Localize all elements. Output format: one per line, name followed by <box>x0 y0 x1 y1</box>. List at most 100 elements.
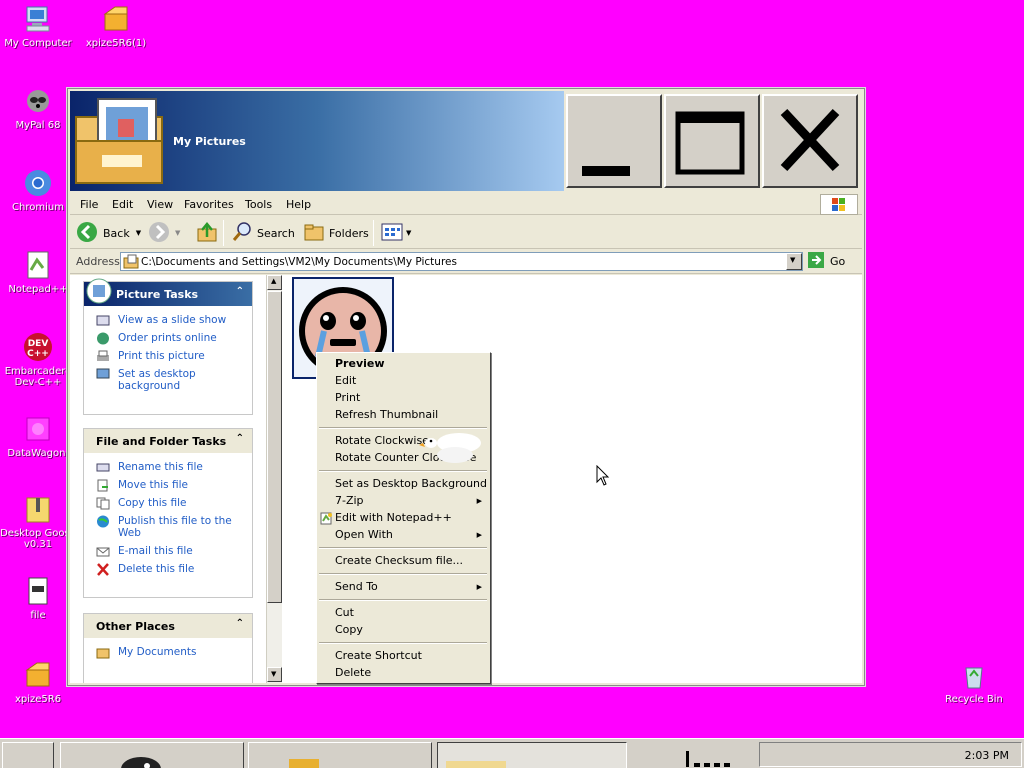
email-icon <box>96 545 110 558</box>
desktop-icon-xpize[interactable]: xpize5R6 <box>0 660 76 705</box>
menu-item-send-to[interactable]: Send To <box>335 580 378 593</box>
package-icon <box>23 660 53 690</box>
svg-text:C++: C++ <box>27 349 49 359</box>
clock[interactable]: 2:03 PM <box>965 749 1009 762</box>
menu-view[interactable]: View <box>147 198 173 211</box>
search-button[interactable]: Search <box>231 221 295 244</box>
address-dropdown-button[interactable]: ▼ <box>786 253 802 270</box>
goose-icon <box>419 429 485 472</box>
desktop-icon-devcpp[interactable]: DEV C++ Embarcadero Dev-C++ <box>0 332 76 388</box>
taskbar-button-my-pictures[interactable] <box>437 742 627 768</box>
menu-item-rotate-clockwise[interactable]: Rotate Clockwise <box>335 434 429 447</box>
chevron-down-icon: ▼ <box>406 229 412 237</box>
chevron-down-icon: ▼ <box>135 229 142 237</box>
menu-item-create-checksum[interactable]: Create Checksum file... <box>335 554 463 567</box>
devcpp-icon: DEV C++ <box>23 332 53 362</box>
close-button[interactable] <box>762 94 858 188</box>
menu-tools[interactable]: Tools <box>245 198 272 211</box>
address-field[interactable]: C:\Documents and Settings\VM2\My Documen… <box>120 252 803 271</box>
forward-button[interactable]: ▼ <box>148 221 180 244</box>
rename-file-link[interactable]: Rename this file <box>84 461 252 473</box>
desktop-icon-my-computer[interactable]: My Computer <box>0 4 76 49</box>
menu-file[interactable]: File <box>80 198 98 211</box>
folder-icon <box>123 254 139 272</box>
file-folder-tasks-header[interactable]: File and Folder Tasks ⌃ <box>84 429 252 453</box>
desktop-icon-xpize-1[interactable]: xpize5R6(1) <box>78 4 154 49</box>
scroll-down-button[interactable]: ▼ <box>267 667 282 682</box>
taskbar-app-icon[interactable] <box>680 747 740 768</box>
menu-edit[interactable]: Edit <box>112 198 133 211</box>
other-places-panel: Other Places ⌃ My Documents <box>83 613 253 683</box>
menu-item-copy[interactable]: Copy <box>335 623 363 636</box>
menu-item-7zip[interactable]: 7-Zip <box>335 494 364 507</box>
minimize-button[interactable] <box>566 94 662 188</box>
move-file-link[interactable]: Move this file <box>84 479 252 492</box>
delete-file-link[interactable]: Delete this file <box>84 563 252 576</box>
desktop-icon-label: file <box>30 610 46 621</box>
picture-tasks-icon <box>86 278 112 307</box>
move-icon <box>96 479 110 492</box>
menu-item-refresh-thumbnail[interactable]: Refresh Thumbnail <box>335 408 438 421</box>
windows-logo-icon <box>820 194 858 215</box>
publish-web-link[interactable]: Publish this file to the Web <box>84 515 252 539</box>
menu-item-print[interactable]: Print <box>335 391 360 404</box>
copy-icon <box>96 497 110 510</box>
taskbar-button-1[interactable] <box>60 742 244 768</box>
maximize-button[interactable] <box>664 94 760 188</box>
rename-icon <box>96 461 110 474</box>
menu-item-delete[interactable]: Delete <box>335 666 371 679</box>
address-bar: Address C:\Documents and Settings\VM2\My… <box>70 250 862 274</box>
globe-icon <box>96 515 110 528</box>
collapse-icon[interactable]: ⌃ <box>236 618 244 629</box>
back-button[interactable]: Back ▼ <box>76 221 142 246</box>
taskbar-button-2[interactable] <box>248 742 432 768</box>
menu-help[interactable]: Help <box>286 198 311 211</box>
menu-bar: File Edit View Favorites Tools Help <box>70 193 862 215</box>
picture-tasks-header[interactable]: Picture Tasks ⌃ <box>84 278 252 306</box>
chevron-up-icon: ▲ <box>271 277 277 285</box>
desktop-icon-chromium[interactable]: Chromium <box>0 168 76 213</box>
desktop-icon-desktop-goose[interactable]: Desktop Goose v0.31 <box>0 494 76 550</box>
menu-item-cut[interactable]: Cut <box>335 606 354 619</box>
folders-button[interactable]: Folders <box>303 222 369 244</box>
desktop-icon-label: Recycle Bin <box>945 694 1003 705</box>
desktop-icon-recycle-bin[interactable]: Recycle Bin <box>936 660 1012 705</box>
go-arrow-icon <box>807 251 825 272</box>
set-desktop-background-link[interactable]: Set as desktop background <box>84 368 252 392</box>
collapse-icon[interactable]: ⌃ <box>236 286 244 297</box>
print-picture-link[interactable]: Print this picture <box>84 350 252 362</box>
scroll-thumb[interactable] <box>267 291 282 603</box>
title-bar[interactable]: My Pictures <box>70 91 564 191</box>
window-title: My Pictures <box>173 135 246 148</box>
up-folder-icon <box>196 221 218 246</box>
order-prints-link[interactable]: Order prints online <box>84 332 252 345</box>
other-places-header[interactable]: Other Places ⌃ <box>84 614 252 638</box>
collapse-icon[interactable]: ⌃ <box>236 433 244 444</box>
view-slideshow-link[interactable]: View as a slide show <box>84 314 252 326</box>
email-file-link[interactable]: E-mail this file <box>84 545 252 557</box>
views-button[interactable]: ▼ <box>381 222 411 244</box>
copy-file-link[interactable]: Copy this file <box>84 497 252 510</box>
my-documents-link[interactable]: My Documents <box>84 646 252 659</box>
printer-icon <box>96 350 110 363</box>
menu-item-create-shortcut[interactable]: Create Shortcut <box>335 649 422 662</box>
scroll-up-button[interactable]: ▲ <box>267 275 282 290</box>
desktop-icon-datawagon[interactable]: DataWagon. <box>0 414 76 459</box>
up-folder-button[interactable] <box>196 221 218 246</box>
package-icon <box>101 4 131 34</box>
back-arrow-icon <box>76 221 98 246</box>
menu-item-open-with[interactable]: Open With <box>335 528 393 541</box>
desktop-icon-label: Embarcadero Dev-C++ <box>4 366 72 388</box>
task-pane-scrollbar[interactable]: ▲ ▼ <box>266 275 282 683</box>
system-tray: 2:03 PM <box>759 742 1022 767</box>
menu-item-edit-notepadpp[interactable]: Edit with Notepad++ <box>335 511 452 524</box>
menu-item-preview[interactable]: Preview <box>335 357 385 370</box>
go-button[interactable]: Go <box>807 252 845 271</box>
desktop-icon-mypal[interactable]: MyPal 68 <box>0 86 76 131</box>
desktop-icon-notepadpp[interactable]: Notepad++ <box>0 250 76 295</box>
menu-item-edit[interactable]: Edit <box>335 374 356 387</box>
menu-item-set-desktop-background[interactable]: Set as Desktop Background <box>335 477 487 490</box>
start-button[interactable] <box>2 742 54 768</box>
menu-favorites[interactable]: Favorites <box>184 198 234 211</box>
desktop-icon-file[interactable]: file <box>0 576 76 621</box>
